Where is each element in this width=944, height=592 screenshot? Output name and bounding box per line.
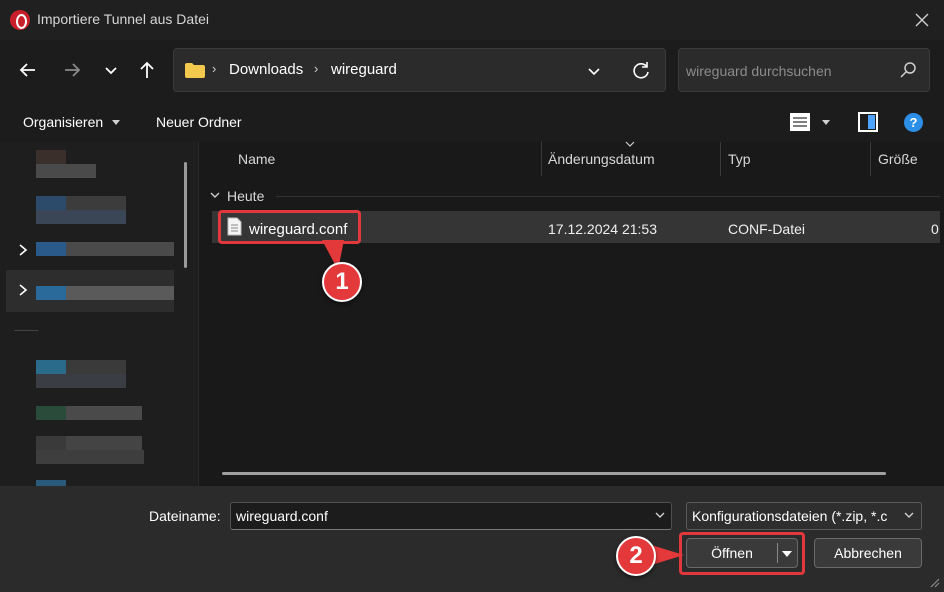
blurred-item — [36, 450, 144, 464]
preview-pane-icon[interactable] — [858, 112, 878, 132]
blurred-item — [36, 164, 96, 178]
new-folder-button[interactable]: Neuer Ordner — [156, 114, 242, 130]
expand-chevron-icon[interactable] — [18, 244, 28, 256]
title-bar: Importiere Tunnel aus Datei — [0, 0, 944, 40]
refresh-icon[interactable] — [630, 60, 652, 82]
blurred-item — [66, 360, 126, 374]
search-icon[interactable] — [899, 61, 917, 79]
filter-dropdown-chevron-icon[interactable] — [903, 510, 915, 520]
blurred-item — [36, 374, 126, 388]
group-header-today[interactable]: Heute — [227, 188, 264, 204]
column-separator[interactable] — [720, 142, 721, 176]
up-arrow-icon[interactable] — [135, 58, 159, 82]
filename-dropdown-chevron-icon[interactable] — [654, 510, 666, 520]
horizontal-scrollbar[interactable] — [222, 472, 886, 475]
sidebar-scrollbar[interactable] — [184, 162, 187, 268]
blurred-item — [36, 286, 66, 300]
view-options-dropdown-icon[interactable] — [822, 120, 830, 125]
blurred-item — [36, 150, 66, 164]
window-title: Importiere Tunnel aus Datei — [37, 11, 209, 27]
sort-indicator-icon — [625, 141, 635, 147]
resize-grip-icon[interactable] — [928, 576, 940, 588]
sidebar-divider — [14, 330, 38, 331]
blurred-item — [66, 196, 126, 210]
recent-locations-chevron-icon[interactable] — [99, 58, 123, 82]
column-separator[interactable] — [541, 142, 542, 176]
breadcrumb-separator-icon: › — [314, 61, 319, 76]
file-type-cell: CONF-Datei — [728, 221, 806, 237]
file-size-cell: 0 — [931, 221, 939, 237]
blurred-item — [36, 242, 66, 256]
back-arrow-icon[interactable] — [16, 58, 40, 82]
folder-icon — [185, 63, 205, 78]
blurred-item — [66, 436, 142, 450]
group-divider — [276, 196, 940, 197]
column-header-size[interactable]: Größe — [878, 151, 918, 167]
file-type-filter-select[interactable]: Konfigurationsdateien (*.zip, *.c — [686, 502, 922, 530]
column-header-modified[interactable]: Änderungsdatum — [548, 151, 655, 167]
expand-chevron-icon[interactable] — [18, 284, 28, 296]
organize-button[interactable]: Organisieren — [23, 114, 103, 130]
search-placeholder: wireguard durchsuchen — [686, 63, 832, 79]
blurred-item — [36, 406, 66, 420]
blurred-item — [36, 210, 126, 224]
column-header-name[interactable]: Name — [238, 151, 275, 167]
cancel-button[interactable]: Abbrechen — [814, 538, 922, 568]
address-history-chevron-icon[interactable] — [584, 61, 604, 81]
step-marker-1: 1 — [322, 262, 362, 302]
blurred-item — [66, 286, 174, 300]
filename-label: Dateiname: — [149, 508, 221, 524]
details-view-icon[interactable] — [789, 111, 811, 133]
search-input[interactable]: wireguard durchsuchen — [678, 48, 930, 92]
close-icon[interactable] — [912, 10, 932, 30]
file-modified-cell: 17.12.2024 21:53 — [548, 221, 657, 237]
blurred-item — [66, 242, 174, 256]
help-icon[interactable]: ? — [904, 113, 923, 132]
blurred-item — [66, 406, 142, 420]
breadcrumb-separator-icon: › — [212, 61, 217, 76]
breadcrumb-downloads[interactable]: Downloads — [229, 61, 303, 78]
group-collapse-chevron-icon[interactable] — [209, 190, 221, 200]
filename-input[interactable]: wireguard.conf — [230, 502, 672, 530]
column-header-type[interactable]: Typ — [728, 151, 751, 167]
blurred-item — [36, 196, 66, 210]
organize-dropdown-icon[interactable] — [112, 120, 120, 125]
file-list — [198, 142, 944, 486]
highlight-box-open — [679, 532, 805, 575]
forward-arrow-icon[interactable] — [60, 58, 84, 82]
blurred-item — [36, 436, 66, 450]
highlight-box-file — [218, 210, 361, 244]
breadcrumb-wireguard[interactable]: wireguard — [331, 61, 397, 78]
column-separator[interactable] — [870, 142, 871, 176]
blurred-item — [36, 360, 66, 374]
address-bar[interactable]: › Downloads › wireguard — [173, 48, 666, 92]
navigation-pane[interactable] — [0, 142, 198, 486]
wireguard-app-icon — [10, 10, 30, 30]
step-marker-2: 2 — [616, 536, 656, 576]
